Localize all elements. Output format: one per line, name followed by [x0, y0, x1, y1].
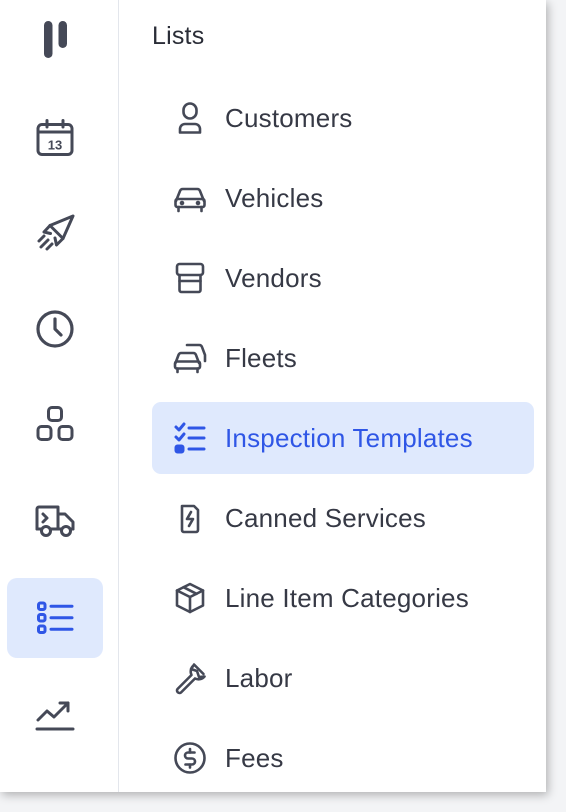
apps-icon	[36, 406, 74, 441]
menu-item-line-item-categories[interactable]: Line Item Categories	[152, 562, 534, 634]
menu-item-customers[interactable]: Customers	[152, 82, 534, 154]
rail-item-rocket[interactable]	[7, 193, 103, 273]
rail-item-pause[interactable]	[7, 0, 103, 80]
menu-label: Labor	[225, 662, 293, 693]
menu-label: Vendors	[225, 262, 322, 293]
menu-label: Canned Services	[225, 502, 426, 533]
wrench-icon	[175, 663, 206, 695]
rail-item-calendar[interactable]: 13	[7, 98, 103, 178]
rail-item-history[interactable]	[7, 289, 103, 369]
storefront-icon	[175, 262, 205, 294]
user-icon	[178, 102, 202, 134]
rail-item-lists[interactable]	[7, 578, 103, 658]
rocket-icon	[37, 214, 75, 251]
menu-label: Line Item Categories	[225, 582, 469, 613]
menu-item-fleets[interactable]: Fleets	[152, 322, 534, 394]
menu-item-fees[interactable]: Fees	[152, 722, 534, 792]
menu-label: Fleets	[225, 342, 298, 373]
delivery-truck-icon	[35, 505, 75, 537]
calendar-badge: 13	[48, 138, 62, 153]
menu-item-canned-services[interactable]: Canned Services	[152, 482, 534, 554]
menu-item-labor[interactable]: Labor	[152, 642, 534, 714]
menu-item-vendors[interactable]: Vendors	[152, 242, 534, 314]
lists-panel: Lists Customers Vehicles Vendors Fleets …	[120, 0, 546, 792]
dollar-circle-icon	[174, 742, 206, 774]
menu-label: Vehicles	[225, 182, 324, 213]
rail-item-apps[interactable]	[7, 385, 103, 465]
rail-item-delivery[interactable]	[7, 481, 103, 561]
battery-charge-icon	[180, 504, 200, 534]
rail-item-reports[interactable]	[7, 673, 103, 753]
menu-label: Inspection Templates	[225, 422, 473, 453]
icon-rail: 13	[0, 0, 119, 792]
panel-title: Lists	[152, 22, 205, 50]
checklist-icon	[174, 422, 206, 454]
menu-label: Fees	[225, 742, 284, 773]
fleet-icon	[173, 343, 207, 374]
trending-up-icon	[35, 701, 75, 731]
menu-item-vehicles[interactable]: Vehicles	[152, 162, 534, 234]
pause-icon	[44, 21, 67, 58]
calendar-icon: 13	[36, 119, 74, 156]
menu-item-inspection-templates[interactable]: Inspection Templates	[152, 402, 534, 474]
package-icon	[175, 582, 205, 614]
clock-icon	[36, 310, 74, 348]
list-icon	[37, 601, 74, 634]
menu-label: Customers	[225, 102, 353, 133]
app-frame: 13 Lists Customers Vehicles Vendors Flee…	[0, 0, 546, 792]
car-icon	[174, 187, 206, 213]
